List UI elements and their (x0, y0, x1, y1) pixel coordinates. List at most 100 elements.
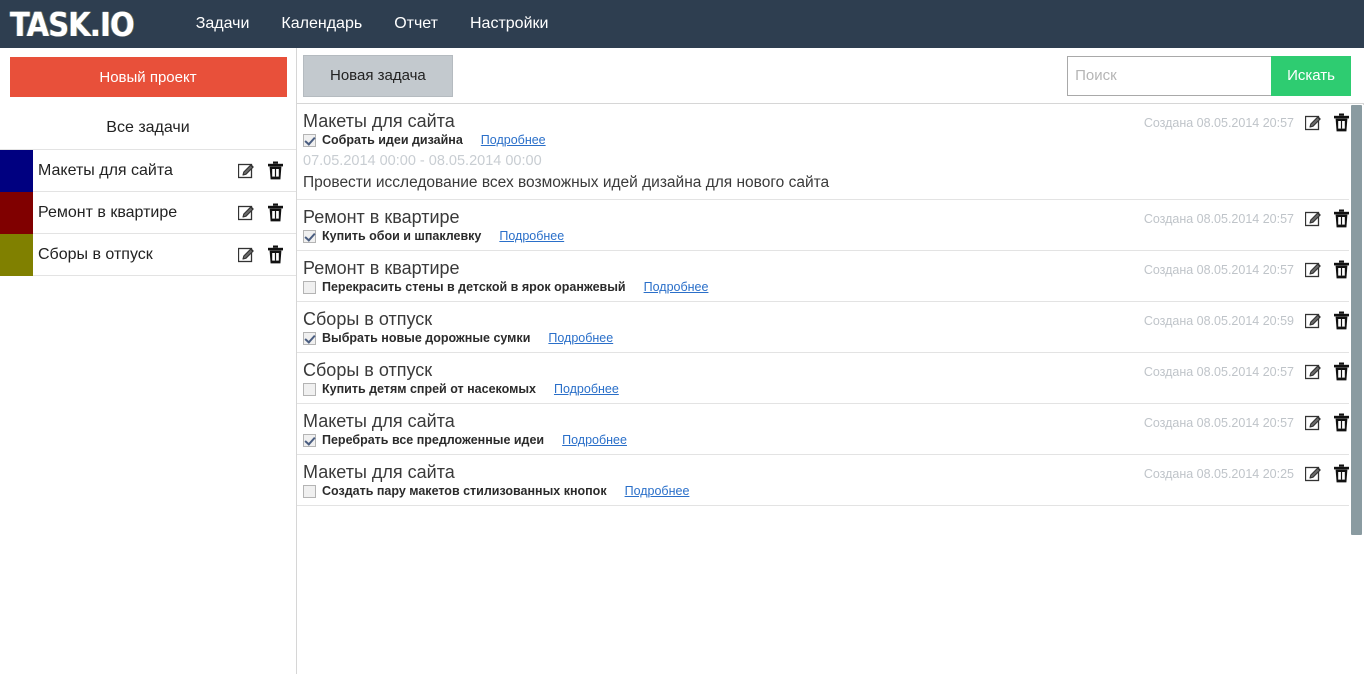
task-details-link[interactable]: Подробнее (625, 484, 690, 498)
all-tasks-header[interactable]: Все задачи (0, 106, 296, 150)
trash-icon[interactable] (1333, 413, 1350, 432)
task-checkbox[interactable] (303, 133, 316, 147)
task-check-row: Перекрасить стены в детской в ярок оранж… (303, 280, 1350, 294)
task-header: Ремонт в квартире Создана 08.05.2014 20:5… (303, 206, 1350, 228)
task-meta: Создана 08.05.2014 20:25 (1144, 461, 1350, 483)
nav-item-report[interactable]: Отчет (378, 15, 454, 33)
top-navbar: TASK.IO Задачи Календарь Отчет Настройки (0, 0, 1364, 48)
edit-icon[interactable] (1304, 312, 1322, 329)
task-item: Ремонт в квартире Создана 08.05.2014 20:5… (297, 200, 1363, 251)
task-created-timestamp: Создана 08.05.2014 20:57 (1143, 211, 1294, 226)
task-checkbox[interactable] (303, 433, 316, 447)
task-details-link[interactable]: Подробнее (499, 229, 564, 243)
trash-icon[interactable] (1333, 362, 1350, 381)
project-row[interactable]: Макеты для сайта (0, 149, 296, 192)
task-check-row: Перебрать все предложенные идеи Подробнее (303, 433, 1350, 447)
edit-icon[interactable] (237, 162, 255, 179)
task-item: Макеты для сайта Создана 08.05.2014 20:57… (297, 104, 1363, 200)
project-color-swatch (0, 191, 33, 234)
task-item: Макеты для сайта Создана 08.05.2014 20:25… (297, 455, 1363, 506)
task-checkbox[interactable] (303, 382, 316, 396)
trash-icon[interactable] (267, 161, 284, 180)
project-row[interactable]: Ремонт в квартире (0, 191, 296, 234)
task-project-title: Макеты для сайта (303, 111, 455, 131)
task-project-title: Макеты для сайта (303, 462, 455, 482)
vertical-scrollbar[interactable] (1349, 105, 1364, 674)
project-color-swatch (0, 233, 33, 276)
project-row-actions (237, 161, 284, 180)
task-text: Купить обои и шпаклевку (322, 229, 482, 243)
task-details-link[interactable]: Подробнее (548, 331, 613, 345)
task-item: Макеты для сайта Создана 08.05.2014 20:57… (297, 404, 1363, 455)
task-meta: Создана 08.05.2014 20:57 (1144, 257, 1350, 279)
task-created-timestamp: Создана 08.05.2014 20:57 (1143, 364, 1294, 379)
edit-icon[interactable] (237, 246, 255, 263)
edit-icon[interactable] (1304, 465, 1322, 482)
task-text: Перекрасить стены в детской в ярок оранж… (322, 280, 626, 294)
task-meta: Создана 08.05.2014 20:57 (1144, 359, 1350, 381)
edit-icon[interactable] (1304, 261, 1322, 278)
task-checkbox[interactable] (303, 331, 316, 345)
nav-item-calendar[interactable]: Календарь (265, 15, 378, 33)
task-list: Макеты для сайта Создана 08.05.2014 20:57… (297, 104, 1364, 674)
new-task-button[interactable]: Новая задача (303, 54, 453, 97)
project-row[interactable]: Сборы в отпуск (0, 233, 296, 276)
task-details-link[interactable]: Подробнее (554, 382, 619, 396)
task-project-title: Ремонт в квартире (303, 258, 460, 278)
task-header: Ремонт в квартире Создана 08.05.2014 20:5… (303, 257, 1350, 279)
task-created-timestamp: Создана 08.05.2014 20:57 (1143, 115, 1294, 130)
nav-item-settings[interactable]: Настройки (454, 15, 564, 33)
task-details-link[interactable]: Подробнее (644, 280, 709, 294)
project-row-actions (237, 245, 284, 264)
project-name: Сборы в отпуск (38, 245, 153, 263)
trash-icon[interactable] (267, 203, 284, 222)
task-created-timestamp: Создана 08.05.2014 20:25 (1143, 466, 1294, 481)
project-name: Ремонт в квартире (38, 203, 178, 221)
new-project-button[interactable]: Новый проект (9, 57, 287, 97)
task-description: Провести исследование всех возможных иде… (303, 174, 830, 191)
trash-icon[interactable] (1333, 260, 1350, 279)
search-group: Искать (1067, 55, 1351, 96)
task-checkbox[interactable] (303, 229, 316, 243)
search-button[interactable]: Искать (1271, 55, 1351, 96)
nav-item-tasks[interactable]: Задачи (180, 15, 266, 33)
main-content: Новая задача Искать Макеты для сайта Созд… (297, 48, 1364, 674)
task-check-row: Купить обои и шпаклевку Подробнее (303, 229, 1350, 243)
app-logo: TASK.IO (10, 4, 135, 44)
task-date-range: 07.05.2014 00:00 - 08.05.2014 00:00 (303, 153, 542, 169)
page-body: Новый проект Все задачи Макеты для сайта… (0, 48, 1364, 674)
project-list: Макеты для сайта Ремонт в квартире Сборы в… (0, 149, 296, 276)
task-check-row: Создать пару макетов стилизованных кнопо… (303, 484, 1350, 498)
edit-icon[interactable] (1304, 210, 1322, 227)
project-row-actions (237, 203, 284, 222)
task-created-timestamp: Создана 08.05.2014 20:59 (1143, 313, 1294, 328)
trash-icon[interactable] (1333, 464, 1350, 483)
search-input[interactable] (1067, 55, 1272, 96)
task-header: Сборы в отпуск Создана 08.05.2014 20:59 (303, 308, 1350, 330)
trash-icon[interactable] (1333, 209, 1350, 228)
trash-icon[interactable] (267, 245, 284, 264)
edit-icon[interactable] (1304, 363, 1322, 380)
task-project-title: Макеты для сайта (303, 411, 455, 431)
task-details-link[interactable]: Подробнее (481, 133, 546, 147)
trash-icon[interactable] (1333, 113, 1350, 132)
project-color-swatch (0, 149, 33, 192)
edit-icon[interactable] (237, 204, 255, 221)
sidebar: Новый проект Все задачи Макеты для сайта… (0, 48, 297, 674)
task-meta: Создана 08.05.2014 20:57 (1144, 410, 1350, 432)
task-item: Сборы в отпуск Создана 08.05.2014 20:59 Вы… (297, 302, 1363, 353)
task-text: Создать пару макетов стилизованных кнопо… (322, 484, 607, 498)
scrollbar-thumb[interactable] (1351, 105, 1362, 535)
trash-icon[interactable] (1333, 311, 1350, 330)
edit-icon[interactable] (1304, 114, 1322, 131)
edit-icon[interactable] (1304, 414, 1322, 431)
task-project-title: Сборы в отпуск (303, 309, 433, 329)
task-check-row: Купить детям спрей от насекомых Подробнее (303, 382, 1350, 396)
task-checkbox[interactable] (303, 484, 316, 498)
task-details-link[interactable]: Подробнее (562, 433, 627, 447)
task-created-timestamp: Создана 08.05.2014 20:57 (1143, 415, 1294, 430)
toolbar: Новая задача Искать (297, 48, 1364, 104)
task-text: Купить детям спрей от насекомых (322, 382, 536, 396)
task-checkbox[interactable] (303, 280, 316, 294)
task-header: Макеты для сайта Создана 08.05.2014 20:57 (303, 110, 1350, 132)
